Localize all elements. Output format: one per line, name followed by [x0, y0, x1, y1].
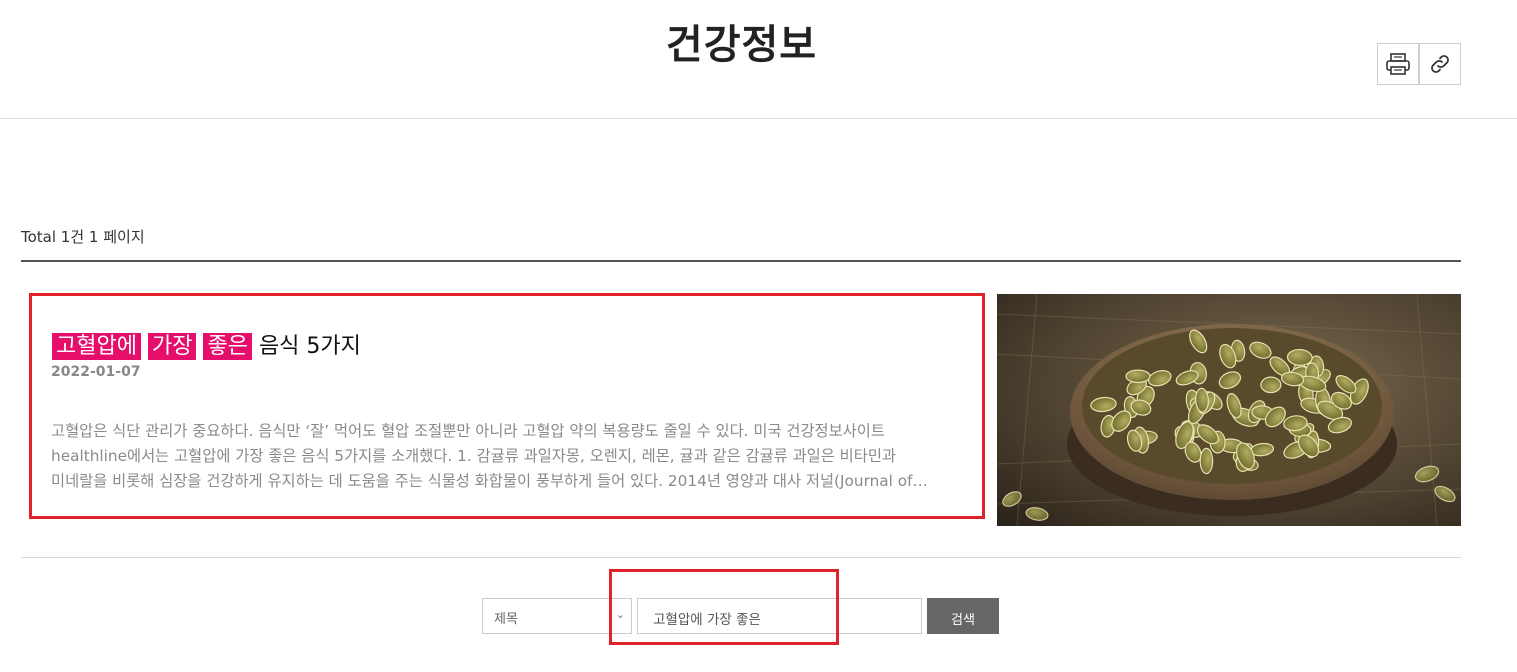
print-button[interactable]: [1377, 43, 1419, 85]
search-field-select[interactable]: 제목 ⌄: [482, 598, 632, 634]
title-keyword-highlight: 가장: [147, 333, 197, 360]
copy-link-button[interactable]: [1419, 43, 1461, 85]
title-keyword-highlight: 고혈압에: [52, 333, 141, 360]
chevron-down-icon: ⌄: [615, 608, 625, 621]
list-item[interactable]: 고혈압에 가장 좋은 음식 5가지 2022-01-07 고혈압은 식단 관리가 중요…: [21, 292, 1461, 527]
header-divider: [0, 118, 1517, 119]
search-input[interactable]: 고혈압에 가장 좋은: [637, 598, 922, 634]
search-field-value: 제목: [494, 612, 518, 627]
post-excerpt[interactable]: 고혈압은 식단 관리가 중요하다. 음식만 ‘잘’ 먹어도 혈압 조절뿐만 아니…: [51, 419, 966, 494]
post-text-area[interactable]: 고혈압에 가장 좋은 음식 5가지 2022-01-07 고혈압은 식단 관리가 중요…: [21, 292, 987, 527]
total-count: Total 1건 1 페이지: [21, 228, 145, 246]
seed-shape: [1199, 447, 1214, 475]
excerpt-line: 미네랄을 비롯해 심장을 건강하게 유지하는 데 도움을 주는 식물성 화합물이…: [51, 472, 928, 490]
pumpkin-seeds-photo: [997, 294, 1461, 526]
page-title: 건강정보: [665, 22, 818, 68]
search-button[interactable]: 검색: [927, 598, 999, 634]
list-top-divider: [21, 260, 1461, 262]
print-icon: [1386, 53, 1410, 75]
seed-shape: [1260, 376, 1282, 394]
post-date: 2022-01-07: [51, 364, 141, 380]
post-title[interactable]: 고혈압에 가장 좋은 음식 5가지: [52, 328, 361, 360]
excerpt-line: healthline에서는 고혈압에 가장 좋은 음식 5가지를 소개했다. 1…: [51, 447, 896, 465]
excerpt-line: 고혈압은 식단 관리가 중요하다. 음식만 ‘잘’ 먹어도 혈압 조절뿐만 아니…: [51, 422, 885, 440]
seed-shape: [1125, 369, 1151, 384]
title-text: 음식 5가지: [258, 334, 361, 359]
link-icon: [1431, 55, 1449, 73]
list-bottom-divider: [21, 557, 1461, 558]
post-thumbnail[interactable]: [997, 294, 1461, 526]
title-keyword-highlight: 좋은: [203, 333, 252, 360]
